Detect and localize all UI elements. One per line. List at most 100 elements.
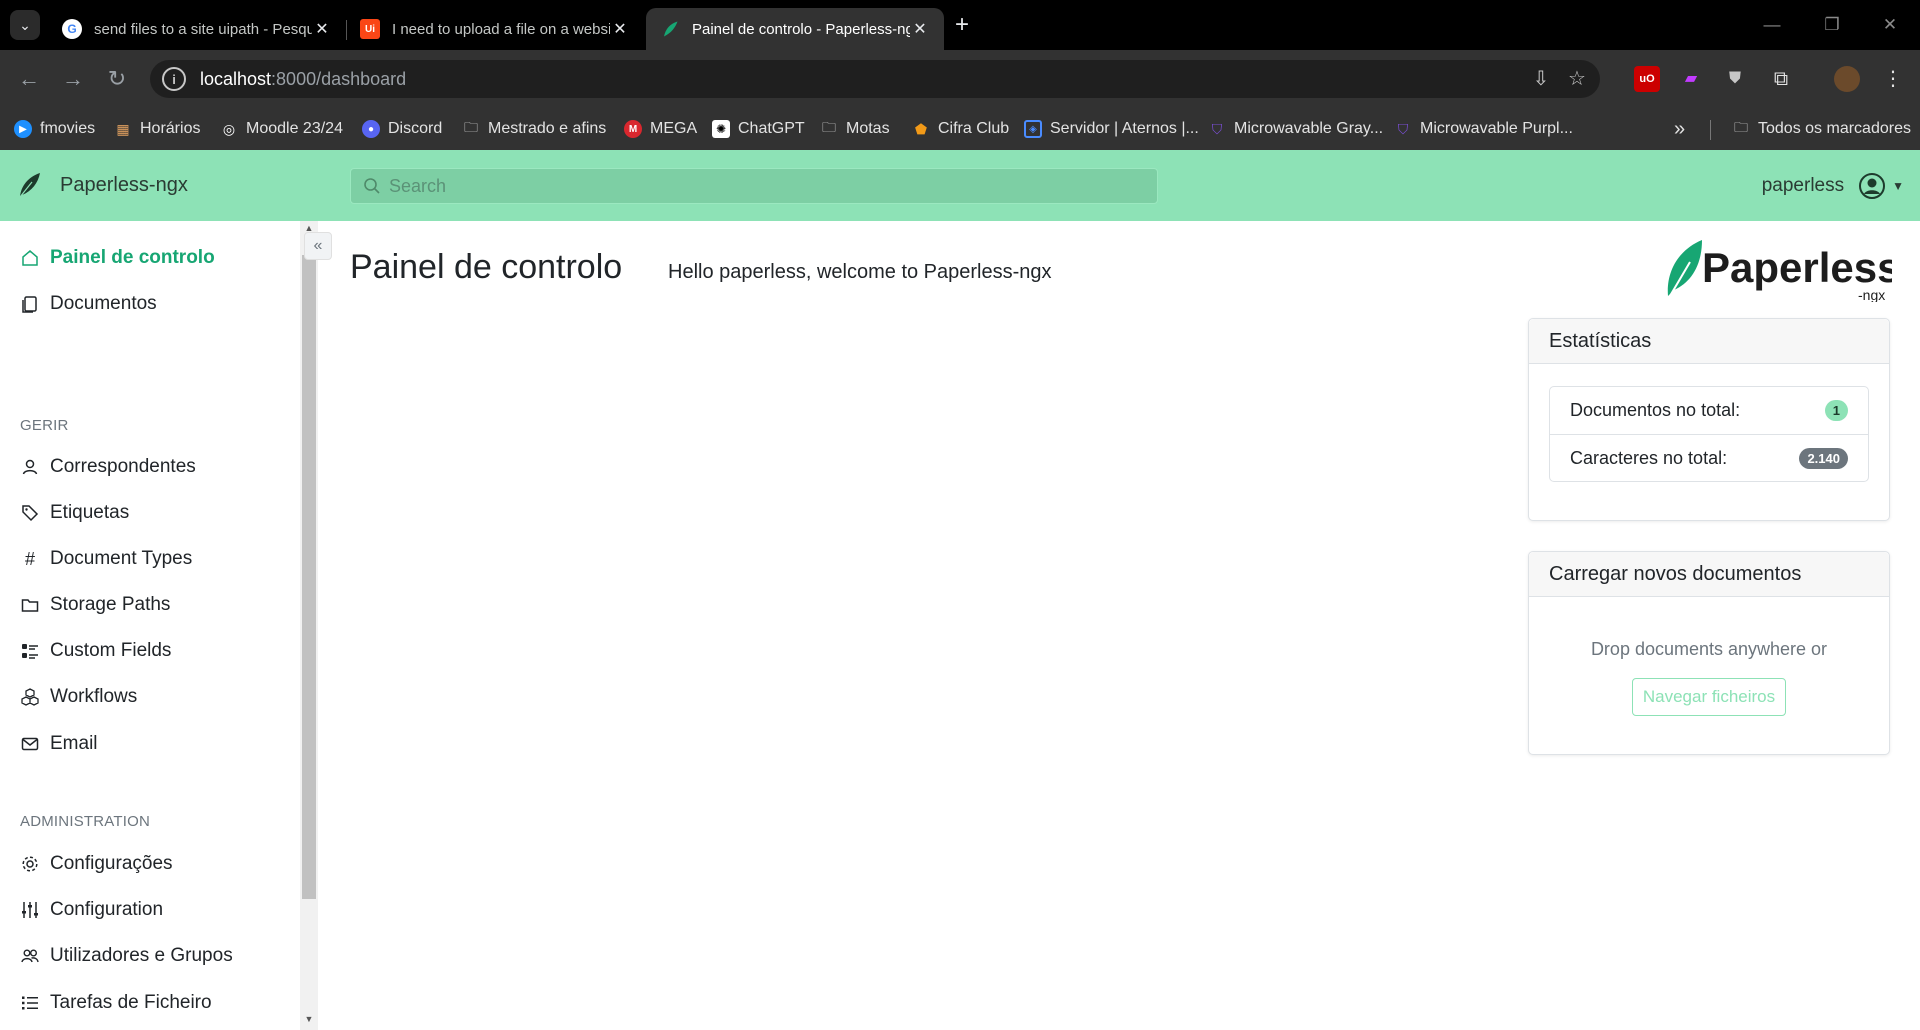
sidebar-item-users-groups[interactable]: Utilizadores e Grupos: [20, 941, 233, 971]
minimize-icon[interactable]: —: [1752, 10, 1792, 40]
bookmark-label: Todos os marcadores: [1758, 120, 1911, 137]
bookmark-star-icon[interactable]: ☆: [1564, 66, 1590, 92]
search-input[interactable]: [389, 169, 1157, 203]
drop-instructions: Drop documents anywhere or: [1590, 639, 1828, 659]
bookmark-label: Microwavable Purpl...: [1420, 120, 1573, 137]
pick-icon: ⬟: [914, 120, 928, 137]
bookmark-cifra-club[interactable]: ⬟ Cifra Club: [912, 116, 1009, 142]
close-window-icon[interactable]: ✕: [1870, 10, 1910, 40]
scrollbar-thumb[interactable]: [302, 255, 316, 899]
sidebar-item-configuration[interactable]: Configuration: [20, 895, 163, 925]
browser-tab-paperless[interactable]: Painel de controlo - Paperless-ngx ✕: [646, 8, 944, 50]
bookmark-label: Servidor | Aternos |...: [1050, 120, 1199, 137]
moodle-icon: ◎: [222, 120, 236, 137]
extensions-icon[interactable]: ⧉: [1768, 66, 1794, 92]
browser-tab-google[interactable]: G send files to a site uipath - Pesquisa…: [48, 8, 346, 50]
shield-icon[interactable]: ⛊: [1722, 66, 1748, 92]
browser-tab-uipath[interactable]: Ui I need to upload a file on a website …: [346, 8, 644, 50]
app-header: Paperless-ngx paperless ▼: [0, 150, 1920, 221]
sidebar: Painel de controlo Documentos GERIR Corr…: [0, 221, 300, 1030]
new-tab-button[interactable]: +: [948, 12, 976, 40]
browse-files-button[interactable]: Navegar ficheiros: [1631, 678, 1787, 716]
sidebar-item-dashboard[interactable]: Painel de controlo: [20, 243, 215, 273]
shield-purple-icon: ⛉: [1211, 120, 1223, 137]
upload-dropzone[interactable]: Drop documents anywhere or Navegar fiche…: [1529, 597, 1889, 754]
bookmark-mega[interactable]: M MEGA: [624, 116, 697, 142]
bookmark-microwavable-purple[interactable]: ⛉ Microwavable Purpl...: [1394, 116, 1573, 142]
sidebar-item-label: Workflows: [50, 686, 138, 707]
forward-icon[interactable]: →: [58, 64, 88, 94]
bookmark-discord[interactable]: ● Discord: [362, 116, 442, 142]
manage-heading: GERIR: [20, 417, 69, 434]
install-app-icon[interactable]: ⇩: [1528, 66, 1554, 92]
sidebar-item-label: Document Types: [50, 548, 193, 569]
back-icon[interactable]: ←: [14, 64, 44, 94]
user-menu[interactable]: paperless ▼: [1762, 172, 1904, 200]
google-icon: G: [62, 19, 82, 39]
bookmark-folder-motas[interactable]: 🗀 Motas: [820, 116, 890, 142]
bookmark-label: Cifra Club: [938, 120, 1010, 137]
bookmark-chatgpt[interactable]: ✺ ChatGPT: [712, 116, 805, 142]
stat-label: Caracteres no total:: [1570, 447, 1728, 468]
bookmark-label: Motas: [846, 120, 890, 137]
url-host: localhost: [200, 68, 272, 89]
bookmark-horarios[interactable]: ▦ Horários: [114, 116, 200, 142]
sidebar-item-label: Email: [50, 733, 98, 754]
sidebar-item-label: Custom Fields: [50, 640, 172, 661]
close-icon[interactable]: ✕: [312, 19, 332, 39]
sidebar-item-email[interactable]: Email: [20, 729, 98, 759]
stat-total-documents[interactable]: Documentos no total: 1: [1550, 387, 1868, 434]
bookmark-aternos[interactable]: ◈ Servidor | Aternos |...: [1024, 116, 1199, 142]
more-bookmarks-button[interactable]: »: [1674, 116, 1685, 142]
tab-title: I need to upload a file on a website: [392, 20, 610, 38]
sidebar-item-correspondents[interactable]: Correspondentes: [20, 452, 196, 482]
sidebar-item-label: Configuration: [50, 899, 164, 920]
sidebar-item-file-tasks[interactable]: Tarefas de Ficheiro: [20, 988, 212, 1018]
extension-puzzle-purple-icon[interactable]: ▰: [1678, 66, 1704, 92]
browser-menu-icon[interactable]: ⋮: [1880, 66, 1906, 92]
all-bookmarks-button[interactable]: 🗀 Todos os marcadores: [1732, 116, 1911, 142]
sidebar-scrollbar[interactable]: ▲ ▼: [300, 221, 318, 1030]
bookmark-microwavable-gray[interactable]: ⛉ Microwavable Gray...: [1208, 116, 1383, 142]
discord-icon: ●: [362, 120, 380, 138]
sidebar-item-document-types[interactable]: # Document Types: [20, 544, 192, 574]
restore-icon[interactable]: ❐: [1812, 10, 1852, 40]
documents-icon: [20, 294, 40, 314]
calendar-icon: ▦: [116, 120, 130, 137]
envelope-icon: [20, 734, 40, 754]
collapse-sidebar-button[interactable]: «: [304, 232, 332, 260]
sidebar-item-workflows[interactable]: Workflows: [20, 682, 137, 712]
uipath-icon: Ui: [360, 19, 380, 39]
sidebar-item-label: Correspondentes: [50, 456, 196, 477]
logo-subtext: -ngx: [1858, 287, 1885, 302]
welcome-message: Hello paperless, welcome to Paperless-ng…: [668, 261, 1052, 283]
tab-search-button[interactable]: ⌄: [10, 10, 40, 40]
reload-icon[interactable]: ↻: [102, 64, 132, 94]
statistics-widget: Estatísticas Documentos no total: 1 Cara…: [1528, 318, 1890, 521]
profile-avatar-icon[interactable]: [1834, 66, 1860, 92]
paperless-leaf-icon: [660, 19, 680, 39]
bookmark-folder-mestrado[interactable]: 🗀 Mestrado e afins: [462, 116, 606, 142]
sidebar-item-custom-fields[interactable]: Custom Fields: [20, 636, 171, 666]
bookmark-label: Microwavable Gray...: [1234, 120, 1384, 137]
bookmark-moodle[interactable]: ◎ Moodle 23/24: [220, 116, 343, 142]
ublock-icon[interactable]: uO: [1634, 66, 1660, 92]
close-icon[interactable]: ✕: [910, 19, 930, 39]
site-info-icon[interactable]: i: [162, 67, 186, 91]
scroll-down-icon[interactable]: ▼: [300, 1014, 318, 1028]
sidebar-item-storage-paths[interactable]: Storage Paths: [20, 590, 170, 620]
bookmark-label: MEGA: [650, 120, 698, 137]
sidebar-item-settings[interactable]: Configurações: [20, 849, 173, 879]
folder-icon: 🗀: [822, 119, 836, 135]
person-icon: [20, 457, 40, 477]
brand-link[interactable]: Paperless-ngx: [18, 172, 188, 198]
tab-title: Painel de controlo - Paperless-ngx: [692, 20, 910, 38]
global-search[interactable]: [350, 168, 1158, 204]
sidebar-item-documents[interactable]: Documentos: [20, 289, 157, 319]
paperless-leaf-icon: [19, 173, 40, 198]
bookmark-label: Moodle 23/24: [246, 120, 343, 137]
sidebar-item-tags[interactable]: Etiquetas: [20, 498, 129, 528]
bookmark-fmovies[interactable]: ▶ fmovies: [14, 116, 95, 142]
close-icon[interactable]: ✕: [610, 19, 630, 39]
address-bar[interactable]: i localhost:8000/dashboard ⇩ ☆: [150, 60, 1600, 98]
